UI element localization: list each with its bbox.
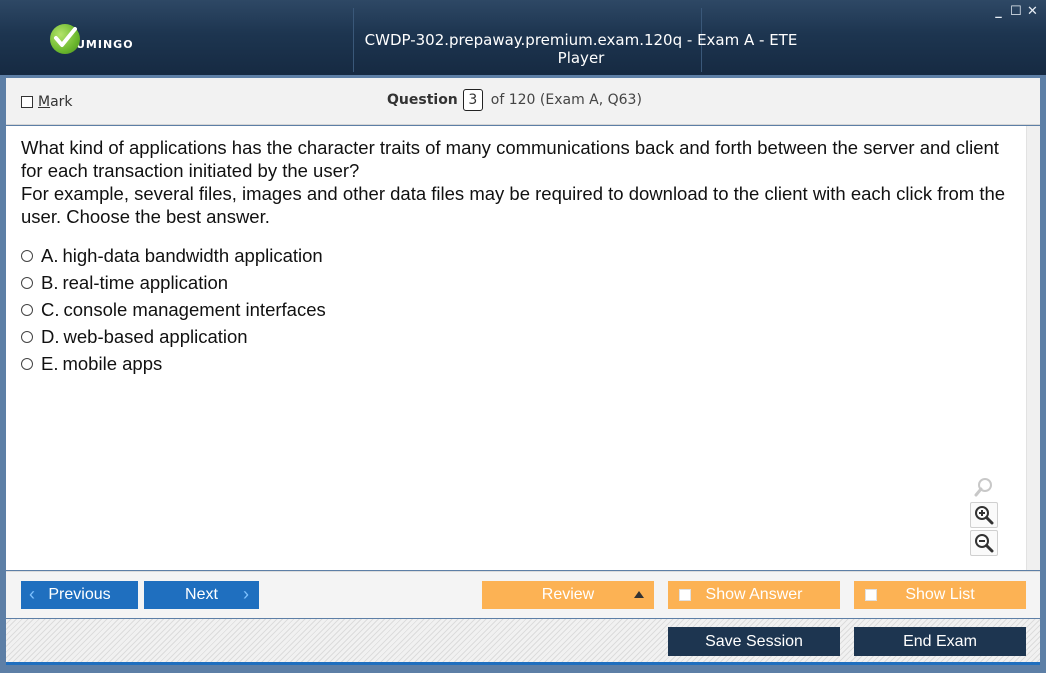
next-button[interactable]: Next ›	[144, 581, 259, 609]
close-icon[interactable]: ✕	[1027, 5, 1038, 18]
show-list-button[interactable]: Show List	[854, 581, 1026, 609]
question-text: What kind of applications has the charac…	[21, 136, 1021, 228]
caret-up-icon[interactable]	[634, 591, 644, 598]
mark-label-accesskey: M	[38, 94, 51, 110]
vertical-scrollbar[interactable]	[1026, 126, 1040, 570]
mark-checkbox[interactable]: Mark	[21, 94, 73, 110]
radio-button[interactable]	[21, 330, 33, 343]
title-bar: UMINGO CWDP-302.prepaway.premium.exam.12…	[0, 0, 1046, 75]
answer-option-c[interactable]: C. console management interfaces	[21, 296, 326, 323]
answer-letter: D.	[41, 325, 60, 347]
answer-letter: E.	[41, 352, 59, 374]
vumingo-logo: UMINGO	[50, 22, 134, 56]
answer-text: console management interfaces	[63, 298, 326, 320]
show-list-label: Show List	[905, 586, 975, 603]
logo-text: UMINGO	[76, 37, 134, 51]
answer-text: high-data bandwidth application	[62, 244, 323, 266]
zoom-in-icon[interactable]	[970, 502, 998, 528]
answer-text: real-time application	[62, 271, 229, 293]
radio-button[interactable]	[21, 249, 33, 262]
answer-option-d[interactable]: D. web-based application	[21, 323, 326, 350]
zoom-reset-icon[interactable]	[970, 474, 998, 500]
mark-checkbox-box[interactable]	[21, 96, 33, 108]
answer-text: mobile apps	[62, 352, 163, 374]
end-exam-button[interactable]: End Exam	[854, 627, 1026, 656]
maximize-icon[interactable]: ☐	[1010, 5, 1022, 18]
radio-button[interactable]	[21, 357, 33, 370]
minimize-icon[interactable]: _	[993, 5, 1004, 18]
question-panel: What kind of applications has the charac…	[6, 126, 1026, 570]
chevron-right-icon: ›	[243, 584, 249, 604]
answer-option-a[interactable]: A. high-data bandwidth application	[21, 242, 326, 269]
window-controls: _ ☐ ✕	[993, 5, 1038, 18]
show-answer-label: Show Answer	[705, 586, 803, 603]
question-text-line: For example, several files, images and o…	[21, 183, 1006, 227]
logo-check-icon	[50, 24, 80, 54]
next-label: Next	[185, 586, 218, 603]
answer-letter: B.	[41, 271, 59, 293]
show-answer-button[interactable]: Show Answer	[668, 581, 840, 609]
bottom-bar: Save Session End Exam	[6, 619, 1040, 665]
navigation-bar: ‹ Previous Next › Review Show Answer Sho…	[6, 571, 1040, 618]
answer-letter: C.	[41, 298, 60, 320]
show-list-checkbox[interactable]	[865, 589, 877, 601]
answer-text: web-based application	[63, 325, 248, 347]
zoom-tools	[970, 474, 1000, 558]
mark-label: ark	[50, 94, 73, 110]
show-answer-checkbox[interactable]	[679, 589, 691, 601]
review-label: Review	[541, 586, 595, 603]
window-title: CWDP-302.prepaway.premium.exam.120q - Ex…	[364, 31, 798, 67]
radio-button[interactable]	[21, 276, 33, 289]
answer-list: A. high-data bandwidth application B. re…	[21, 242, 326, 377]
question-text-line: What kind of applications has the charac…	[21, 137, 999, 181]
answer-option-e[interactable]: E. mobile apps	[21, 350, 326, 377]
answer-letter: A.	[41, 244, 59, 266]
question-label: Question	[387, 92, 458, 108]
save-session-button[interactable]: Save Session	[668, 627, 840, 656]
previous-label: Previous	[48, 586, 111, 603]
question-total: of 120 (Exam A, Q63)	[490, 92, 642, 108]
question-header: Mark Question 3 of 120 (Exam A, Q63)	[6, 78, 1040, 125]
zoom-out-icon[interactable]	[970, 530, 998, 556]
radio-button[interactable]	[21, 303, 33, 316]
chevron-left-icon: ‹	[29, 584, 35, 604]
review-button[interactable]: Review	[482, 581, 654, 609]
question-number-input[interactable]: 3	[462, 89, 483, 111]
answer-option-b[interactable]: B. real-time application	[21, 269, 326, 296]
previous-button[interactable]: ‹ Previous	[21, 581, 138, 609]
question-counter: Question 3 of 120 (Exam A, Q63)	[387, 89, 642, 111]
